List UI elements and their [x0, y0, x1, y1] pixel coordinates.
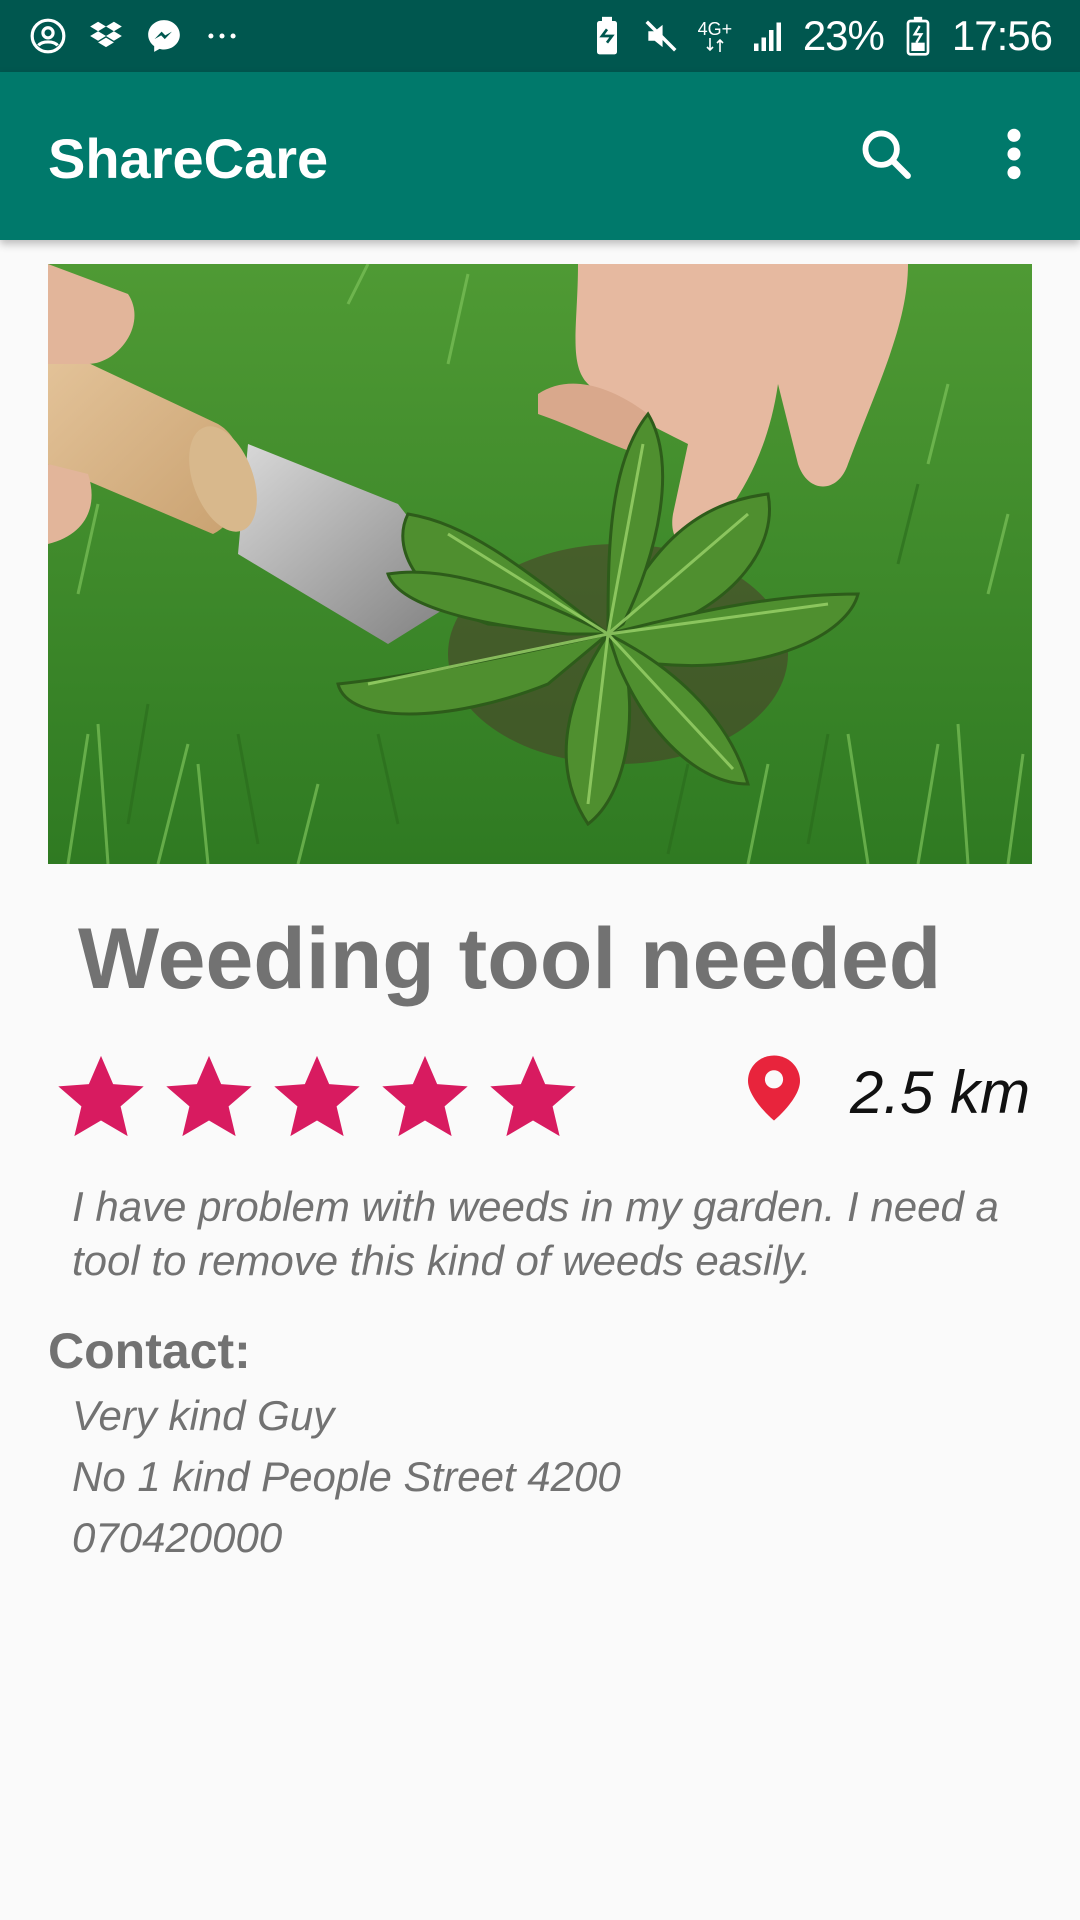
- distance-label: 2.5 km: [850, 1059, 1031, 1126]
- more-vert-icon: [1004, 126, 1024, 187]
- overflow-menu-button[interactable]: [974, 116, 1054, 196]
- clock: 17:56: [951, 12, 1053, 59]
- signal-icon: [749, 16, 789, 56]
- location-pin-icon: [748, 1055, 800, 1121]
- rating-stars: [54, 1050, 580, 1144]
- contact-address: No 1 kind People Street 4200: [72, 1453, 621, 1500]
- search-button[interactable]: [846, 116, 926, 196]
- contact-heading: Contact:: [48, 1323, 251, 1379]
- app-title: ShareCare: [48, 127, 329, 190]
- status-bar: 4G+ 23% 17:56: [0, 0, 1080, 72]
- dropbox-icon: [86, 16, 126, 56]
- mute-icon: [641, 16, 681, 56]
- post-image: [48, 264, 1032, 864]
- contact-phone[interactable]: 070420000: [72, 1514, 282, 1562]
- post-description: I have problem with weeds in my garden. …: [72, 1183, 999, 1284]
- star-icon: [490, 1055, 576, 1137]
- battery-saver-icon: [587, 16, 627, 56]
- account-circle-icon: [28, 16, 68, 56]
- network-icon: 4G+: [695, 16, 735, 56]
- app-bar: ShareCare: [0, 72, 1080, 240]
- battery-percent: 23%: [802, 12, 885, 59]
- status-right-icons: 4G+ 23% 17:56: [587, 12, 1053, 60]
- post-title: Weeding tool needed: [78, 911, 942, 1007]
- more-dots-icon: [202, 16, 242, 56]
- network-type: 4G+: [697, 19, 733, 39]
- search-icon: [857, 125, 915, 188]
- star-icon: [382, 1055, 468, 1137]
- star-icon: [274, 1055, 360, 1137]
- weeding-photo: [48, 264, 1032, 864]
- messenger-icon: [144, 16, 184, 56]
- star-icon: [166, 1055, 252, 1137]
- status-left-icons: [28, 16, 242, 56]
- star-icon: [58, 1055, 144, 1137]
- contact-name: Very kind Guy: [72, 1392, 335, 1439]
- battery-icon: [898, 16, 938, 56]
